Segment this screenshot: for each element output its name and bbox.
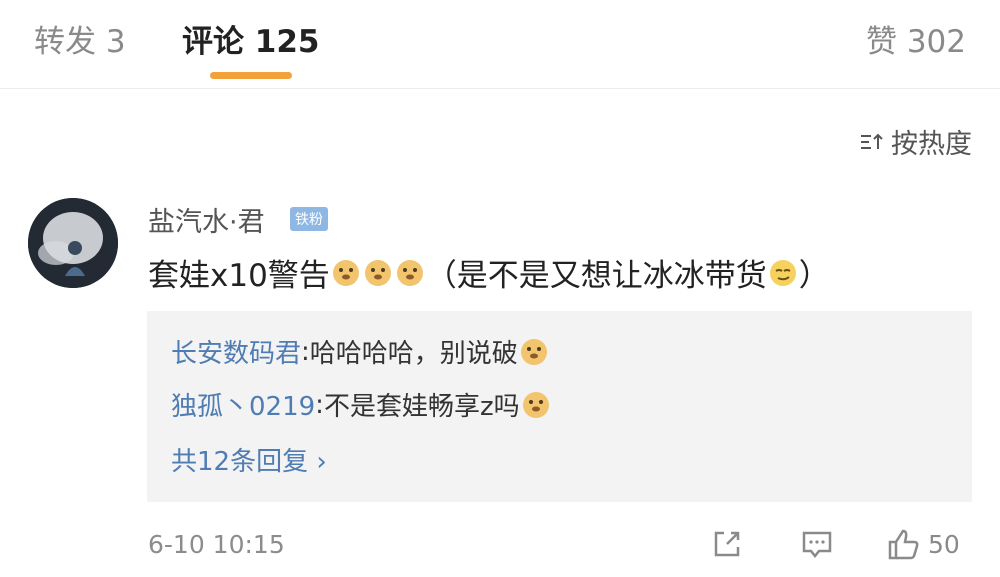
- tab-bar: 转发 3 评论 125 赞 302: [0, 0, 1000, 89]
- comment-reply-button[interactable]: [800, 527, 834, 561]
- tab-like[interactable]: 赞 302: [866, 16, 966, 61]
- comment-username[interactable]: 盐汽水·君: [148, 200, 265, 239]
- doge-emoji-icon: [332, 259, 359, 286]
- doge-emoji-icon: [520, 338, 547, 365]
- comment-text: 套娃x10警告 （是不是又想让冰冰带货 ）: [148, 250, 830, 295]
- reply-author[interactable]: 独孤丶0219: [171, 386, 315, 423]
- avatar[interactable]: [28, 198, 118, 288]
- sort-icon: [861, 133, 883, 149]
- fan-badge: 铁粉: [290, 207, 328, 231]
- avatar-image: [28, 198, 118, 288]
- reply-item[interactable]: 独孤丶0219 : 不是套娃畅享z吗: [171, 386, 552, 423]
- share-button[interactable]: [710, 527, 744, 561]
- tab-comment[interactable]: 评论 125: [182, 16, 320, 61]
- like-count: 50: [928, 529, 960, 559]
- reply-preview-box[interactable]: 长安数码君 : 哈哈哈哈，别说破 独孤丶0219 : 不是套娃畅享z吗 共12条…: [147, 311, 972, 502]
- sort-button[interactable]: 按热度: [859, 122, 972, 161]
- sort-label: 按热度: [891, 129, 972, 160]
- like-button[interactable]: 50: [886, 527, 960, 561]
- comment-text-part-3: ）: [798, 258, 830, 294]
- smirk-emoji-icon: [769, 259, 796, 286]
- reply-separator: :: [301, 336, 310, 367]
- doge-emoji-icon: [522, 391, 549, 418]
- comment-text-part-1: 套娃x10警告: [148, 258, 330, 294]
- view-more-replies-link[interactable]: 共12条回复 ›: [171, 441, 327, 478]
- tab-repost[interactable]: 转发 3: [34, 16, 126, 61]
- reply-separator: :: [315, 389, 324, 420]
- reply-author[interactable]: 长安数码君: [171, 333, 301, 370]
- doge-emoji-icon: [364, 259, 391, 286]
- reply-text: 不是套娃畅享z吗: [323, 392, 520, 422]
- share-icon: [714, 531, 740, 557]
- comment-icon: [802, 531, 832, 559]
- reply-item[interactable]: 长安数码君 : 哈哈哈哈，别说破: [171, 333, 550, 370]
- doge-emoji-icon: [396, 259, 423, 286]
- comment-text-part-2: （是不是又想让冰冰带货: [425, 258, 767, 294]
- active-tab-indicator: [210, 72, 292, 79]
- comment-timestamp: 6-10 10:15: [148, 530, 285, 559]
- reply-text: 哈哈哈哈，别说破: [309, 339, 518, 369]
- thumbs-up-icon: [888, 529, 919, 560]
